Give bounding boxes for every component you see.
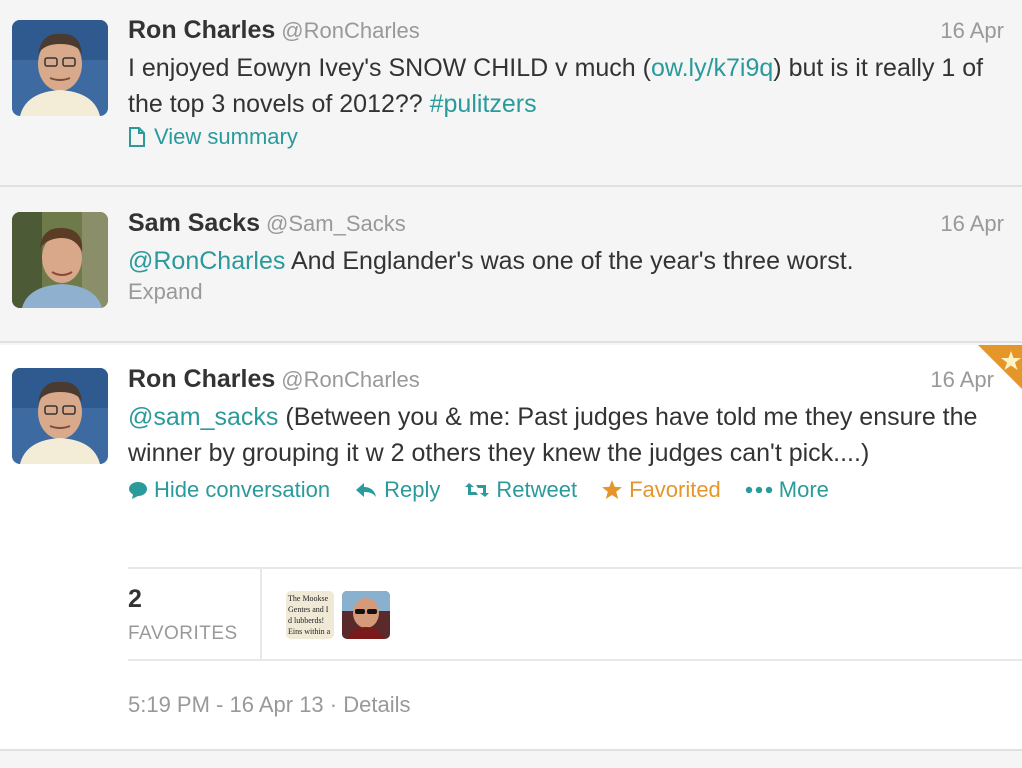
retweet-label: Retweet	[496, 477, 578, 502]
speech-bubble-icon	[129, 482, 147, 499]
author-username[interactable]: @RonCharles	[281, 18, 420, 43]
favoriter-caption-line: The Mookse	[288, 594, 329, 603]
tweet-timestamp[interactable]: 5:19 PM - 16 Apr 13	[128, 692, 324, 717]
star-icon	[602, 480, 623, 499]
tweet-header: Ron Charles @RonCharles 16 Apr	[128, 16, 1004, 48]
favoriter-avatar-mookse[interactable]: The Mookse Gentes and I d lubberds! Eins…	[286, 591, 334, 639]
favorites-label[interactable]: FAVORITES	[128, 623, 238, 645]
favorites-count[interactable]: 2	[128, 585, 142, 614]
tweet-text-part: I enjoyed Eowyn Ivey's SNOW CHILD v much…	[128, 54, 651, 82]
author-fullname[interactable]: Sam Sacks	[128, 209, 260, 237]
tweet-meta: 5:19 PM - 16 Apr 13 · Details	[128, 692, 410, 718]
avatar-ron-charles[interactable]	[12, 368, 108, 464]
avatar-sam-sacks[interactable]	[12, 212, 108, 308]
tweet-content: Sam Sacks @Sam_Sacks 16 Apr @RonCharles A…	[128, 209, 1004, 305]
tweet-time[interactable]: 16 Apr	[930, 367, 994, 393]
view-summary-link[interactable]: View summary	[128, 124, 298, 150]
tweet-text: @sam_sacks (Between you & me: Past judge…	[128, 399, 994, 471]
more-button[interactable]: More	[745, 477, 829, 503]
favoriter-caption-line: d lubberds!	[288, 616, 324, 625]
meta-separator: ·	[323, 692, 344, 717]
favoriter-caption-line: Gentes and I	[288, 605, 329, 614]
tweet-content: Ron Charles @RonCharles 16 Apr @sam_sacks…	[128, 365, 994, 503]
reply-button[interactable]: Reply	[354, 477, 440, 503]
favoriter-avatar-sunglasses[interactable]	[342, 591, 390, 639]
mention-link[interactable]: @RonCharles	[128, 247, 285, 275]
url-link[interactable]: ow.ly/k7i9q	[651, 54, 773, 82]
hide-conversation-button[interactable]: Hide conversation	[128, 477, 330, 503]
details-link[interactable]: Details	[343, 692, 410, 717]
retweet-icon	[465, 483, 490, 497]
tweet-stats: 2 FAVORITES The Mookse Gentes and I d lu…	[128, 567, 1022, 661]
tweet-text: @RonCharles And Englander's was one of t…	[128, 243, 1004, 279]
reply-arrow-icon	[356, 483, 377, 497]
tweet-actions: Hide conversation Reply Retweet Favorite…	[128, 477, 994, 503]
favorited-label: Favorited	[629, 477, 721, 502]
author-username[interactable]: @Sam_Sacks	[266, 211, 406, 236]
tweet-header: Sam Sacks @Sam_Sacks 16 Apr	[128, 209, 1004, 241]
tweet-header: Ron Charles @RonCharles 16 Apr	[128, 365, 994, 397]
author-username[interactable]: @RonCharles	[281, 367, 420, 392]
tweet-2[interactable]: Sam Sacks @Sam_Sacks 16 Apr @RonCharles A…	[0, 189, 1022, 343]
tweet-text-part: And Englander's was one of the year's th…	[285, 247, 854, 275]
favoriters-list: The Mookse Gentes and I d lubberds! Eins…	[286, 591, 390, 639]
retweet-button[interactable]: Retweet	[464, 477, 577, 503]
tweet-time[interactable]: 16 Apr	[940, 211, 1004, 237]
next-tweet-strip	[0, 751, 1022, 768]
reply-label: Reply	[384, 477, 441, 502]
stats-divider	[260, 569, 262, 659]
author-fullname[interactable]: Ron Charles	[128, 365, 275, 393]
expand-link[interactable]: Expand	[128, 279, 203, 304]
more-dots-icon	[745, 486, 772, 494]
document-icon	[129, 127, 145, 147]
hide-conversation-label: Hide conversation	[154, 477, 331, 502]
tweet-3[interactable]: Ron Charles @RonCharles 16 Apr @sam_sacks…	[0, 345, 1022, 751]
tweet-text: I enjoyed Eowyn Ivey's SNOW CHILD v much…	[128, 50, 1004, 122]
author-fullname[interactable]: Ron Charles	[128, 16, 275, 44]
favoriter-caption-line: Eins within a	[288, 627, 331, 636]
tweet-1[interactable]: Ron Charles @RonCharles 16 Apr I enjoyed …	[0, 0, 1022, 187]
tweet-time[interactable]: 16 Apr	[940, 18, 1004, 44]
favorited-button[interactable]: Favorited	[601, 477, 721, 503]
more-label: More	[778, 477, 829, 502]
mention-link[interactable]: @sam_sacks	[128, 403, 278, 431]
hashtag-link[interactable]: #pulitzers	[430, 90, 537, 118]
avatar-ron-charles[interactable]	[12, 20, 108, 116]
tweet-content: Ron Charles @RonCharles 16 Apr I enjoyed …	[128, 16, 1004, 152]
view-summary-label: View summary	[154, 124, 298, 149]
